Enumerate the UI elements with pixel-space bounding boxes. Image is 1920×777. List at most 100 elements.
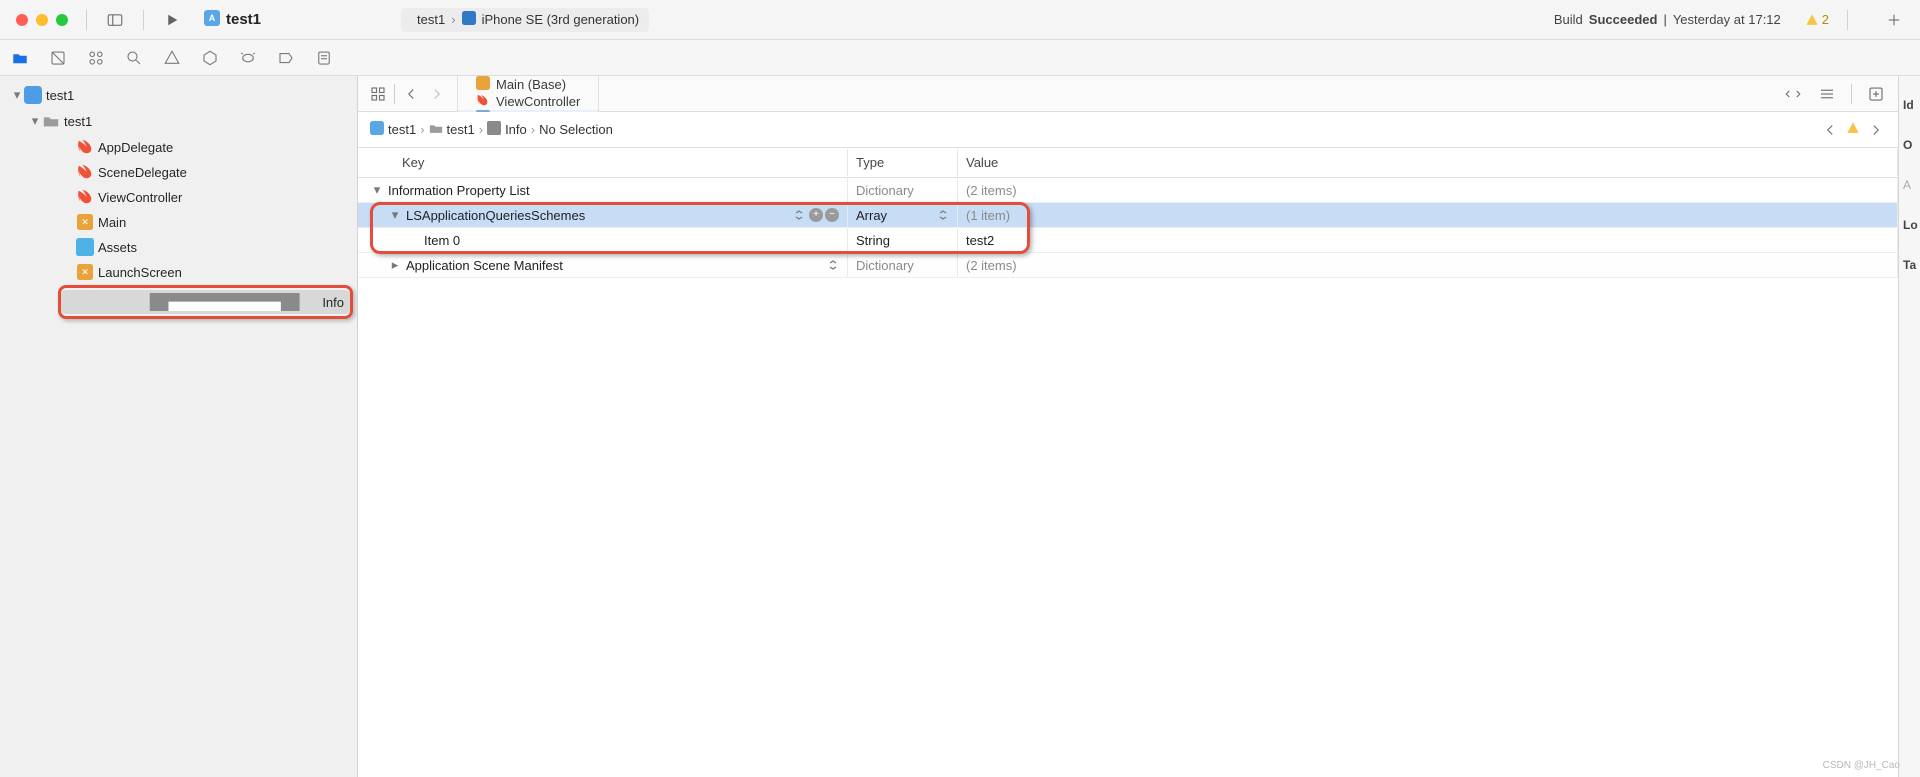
jump-bar[interactable]: test1 › test1 › Info › No Selection bbox=[358, 112, 1898, 148]
sidebar-group-label: test1 bbox=[64, 114, 92, 129]
warnings-badge[interactable]: 2 bbox=[1805, 12, 1829, 27]
source-control-navigator-icon[interactable] bbox=[48, 48, 68, 68]
swift-icon bbox=[476, 93, 490, 110]
inspector-panel: Id O A Lo Ta bbox=[1898, 76, 1920, 777]
warnings-count: 2 bbox=[1822, 12, 1829, 27]
sidebar-root-label: test1 bbox=[46, 88, 74, 103]
svg-text:✕: ✕ bbox=[81, 217, 88, 227]
disclosure-triangle-icon[interactable]: ▾ bbox=[28, 113, 42, 129]
plist-value[interactable]: test2 bbox=[958, 228, 1898, 252]
sidebar-file-assets[interactable]: Assets bbox=[6, 235, 351, 259]
add-tab-button[interactable] bbox=[1884, 10, 1904, 30]
crumb-project[interactable]: test1 bbox=[370, 121, 416, 138]
issues-navigator-icon[interactable] bbox=[162, 48, 182, 68]
plist-row[interactable]: ▾ LSApplicationQueriesSchemes +− Array(1 it… bbox=[358, 203, 1898, 228]
navigator-selector bbox=[0, 40, 1920, 76]
project-navigator[interactable]: ▾ test1 ▾ test1 AppDelegate SceneDelegate… bbox=[0, 76, 358, 777]
swift-icon bbox=[76, 188, 94, 206]
sidebar-file-appdelegate[interactable]: AppDelegate bbox=[6, 135, 351, 159]
warning-icon[interactable] bbox=[1846, 121, 1860, 138]
build-status-word: Succeeded bbox=[1589, 12, 1658, 27]
sidebar-file-label: LaunchScreen bbox=[98, 265, 182, 280]
plist-row[interactable]: ▾Information Property ListDictionary(2 i… bbox=[358, 178, 1898, 203]
disclosure-triangle-icon[interactable]: ▾ bbox=[388, 207, 402, 223]
plist-type[interactable]: Array bbox=[848, 203, 958, 227]
project-title-text: test1 bbox=[226, 11, 261, 28]
nav-back-icon[interactable] bbox=[401, 84, 421, 104]
sidebar-file-label: AppDelegate bbox=[98, 140, 173, 155]
plist-key: LSApplicationQueriesSchemes bbox=[406, 208, 789, 223]
inspector-section-ondemand: O bbox=[1899, 122, 1912, 162]
sidebar-file-viewcontroller[interactable]: ViewController bbox=[6, 185, 351, 209]
folder-icon bbox=[42, 112, 60, 130]
add-remove-buttons[interactable]: +− bbox=[809, 208, 839, 222]
crumb-project-label: test1 bbox=[388, 122, 416, 137]
plist-value[interactable]: (2 items) bbox=[958, 253, 1898, 277]
plist-editor[interactable]: Key Type Value ▾Information Property Lis… bbox=[358, 148, 1898, 777]
column-key[interactable]: Key bbox=[358, 149, 848, 176]
sidebar-file-label: ViewController bbox=[98, 190, 182, 205]
plist-icon bbox=[131, 293, 318, 311]
svg-text:✕: ✕ bbox=[81, 267, 88, 277]
reports-navigator-icon[interactable] bbox=[314, 48, 334, 68]
column-value[interactable]: Value bbox=[958, 149, 1898, 176]
chevron-right-icon: › bbox=[531, 122, 535, 137]
sidebar-file-info[interactable]: Info bbox=[61, 290, 350, 314]
tab-main-base-[interactable]: Main (Base) bbox=[458, 76, 599, 93]
related-items-icon[interactable] bbox=[368, 84, 388, 104]
plist-header: Key Type Value bbox=[358, 148, 1898, 178]
chevron-right-icon: › bbox=[451, 12, 455, 27]
crumb-file-label: Info bbox=[505, 122, 527, 137]
add-editor-icon[interactable] bbox=[1866, 84, 1886, 104]
folder-icon bbox=[429, 121, 443, 138]
find-navigator-icon[interactable] bbox=[124, 48, 144, 68]
tab-label: Main (Base) bbox=[496, 77, 566, 92]
sidebar-file-scenedelegate[interactable]: SceneDelegate bbox=[6, 160, 351, 184]
disclosure-triangle-icon[interactable]: ▾ bbox=[370, 182, 384, 198]
jump-back-icon[interactable] bbox=[1820, 120, 1840, 140]
sidebar-group[interactable]: ▾ test1 bbox=[6, 109, 351, 133]
symbol-navigator-icon[interactable] bbox=[86, 48, 106, 68]
sidebar-file-launchscreen[interactable]: ✕ LaunchScreen bbox=[6, 260, 351, 284]
scheme-popup[interactable]: test1 › iPhone SE (3rd generation) bbox=[401, 8, 649, 32]
run-button[interactable] bbox=[162, 10, 182, 30]
tests-navigator-icon[interactable] bbox=[200, 48, 220, 68]
crumb-selection[interactable]: No Selection bbox=[539, 122, 613, 137]
plist-type[interactable]: Dictionary bbox=[848, 178, 958, 202]
tab-label: ViewController bbox=[496, 94, 580, 109]
swift-icon bbox=[76, 163, 94, 181]
plist-type[interactable]: String bbox=[848, 228, 958, 252]
project-title: A test1 bbox=[204, 10, 261, 30]
sidebar-file-label: Info bbox=[322, 295, 344, 310]
crumb-group[interactable]: test1 bbox=[429, 121, 475, 138]
column-type[interactable]: Type bbox=[848, 149, 958, 176]
build-status-time: Yesterday at 17:12 bbox=[1673, 12, 1781, 27]
disclosure-triangle-icon[interactable]: ▾ bbox=[10, 87, 24, 103]
editor-options-icon[interactable] bbox=[1817, 84, 1837, 104]
debug-navigator-icon[interactable] bbox=[238, 48, 258, 68]
sidebar-file-main[interactable]: ✕ Main bbox=[6, 210, 351, 234]
minimize-dot[interactable] bbox=[36, 14, 48, 26]
project-icon bbox=[24, 86, 42, 104]
breakpoint-navigator-icon[interactable] bbox=[276, 48, 296, 68]
plist-value[interactable]: (2 items) bbox=[958, 178, 1898, 202]
zoom-dot[interactable] bbox=[56, 14, 68, 26]
project-navigator-icon[interactable] bbox=[10, 48, 30, 68]
sidebar-project-root[interactable]: ▾ test1 bbox=[6, 83, 351, 107]
plist-row[interactable]: Item 0Stringtest2 bbox=[358, 228, 1898, 253]
plist-row[interactable]: ▸ Application Scene Manifest Dictionary(2 … bbox=[358, 253, 1898, 278]
jump-forward-icon[interactable] bbox=[1866, 120, 1886, 140]
tab-viewcontroller[interactable]: ViewController bbox=[458, 93, 599, 110]
sidebar-toggle-icon[interactable] bbox=[105, 10, 125, 30]
plist-value[interactable]: (1 item) bbox=[958, 203, 1898, 227]
disclosure-triangle-icon[interactable]: ▸ bbox=[388, 257, 402, 273]
nav-forward-icon[interactable] bbox=[427, 84, 447, 104]
close-dot[interactable] bbox=[16, 14, 28, 26]
plist-type[interactable]: Dictionary bbox=[848, 253, 958, 277]
inspector-section-a: A bbox=[1899, 162, 1911, 202]
titlebar: A test1 test1 › iPhone SE (3rd generatio… bbox=[0, 0, 1920, 40]
sidebar-file-label: Main bbox=[98, 215, 126, 230]
crumb-file[interactable]: Info bbox=[487, 121, 527, 138]
plist-key: Application Scene Manifest bbox=[406, 258, 823, 273]
swap-editor-icon[interactable] bbox=[1783, 84, 1803, 104]
